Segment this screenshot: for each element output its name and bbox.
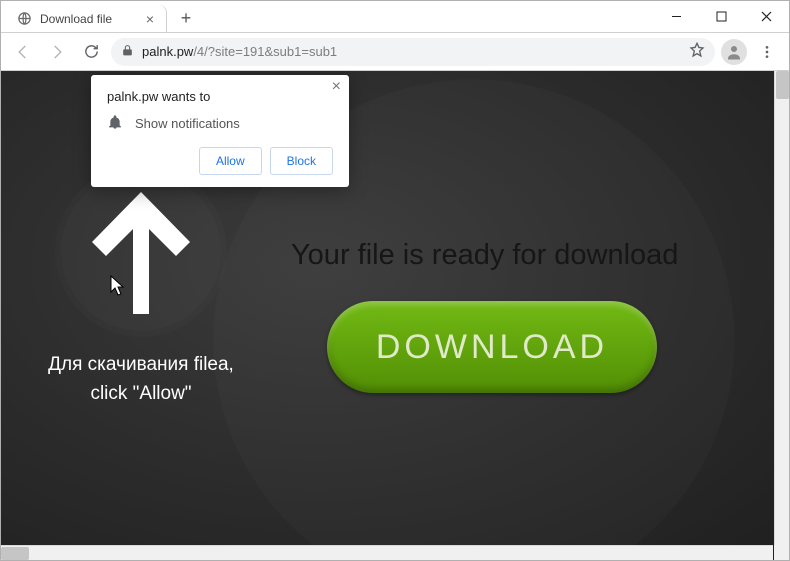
minimize-button[interactable] bbox=[654, 1, 699, 31]
content-area: Для скачивания filea, click "Allow" Your… bbox=[1, 71, 789, 560]
close-prompt-icon[interactable]: × bbox=[332, 81, 341, 93]
page-headline: Your file is ready for download bbox=[291, 239, 678, 272]
horizontal-scrollbar[interactable] bbox=[1, 545, 773, 560]
globe-icon bbox=[17, 11, 32, 26]
tab-download-file[interactable]: Download file × bbox=[7, 5, 167, 32]
hscroll-thumb[interactable] bbox=[1, 547, 29, 560]
url-text: palnk.pw/4/?site=191&sub1=sub1 bbox=[142, 44, 681, 59]
forward-button[interactable] bbox=[43, 38, 71, 66]
arrow-up-badge bbox=[61, 171, 221, 331]
download-button[interactable]: DOWNLOAD bbox=[327, 301, 657, 393]
menu-button[interactable] bbox=[753, 38, 781, 66]
notification-permission-prompt: × palnk.pw wants to Show notifications A… bbox=[91, 75, 349, 187]
toolbar: palnk.pw/4/?site=191&sub1=sub1 bbox=[1, 33, 789, 71]
maximize-button[interactable] bbox=[699, 1, 744, 31]
bookmark-star-icon[interactable] bbox=[689, 42, 705, 61]
url-path: /4/?site=191&sub1=sub1 bbox=[193, 44, 337, 59]
url-host: palnk.pw bbox=[142, 44, 193, 59]
prompt-permission-label: Show notifications bbox=[135, 116, 240, 131]
new-tab-button[interactable]: + bbox=[177, 9, 195, 27]
instruction-line-1: Для скачивания filea, bbox=[48, 354, 234, 375]
prompt-buttons: Allow Block bbox=[107, 147, 333, 175]
instruction-line-2: click "Allow" bbox=[90, 383, 191, 404]
prompt-permission-row: Show notifications bbox=[107, 114, 333, 133]
allow-button-label: Allow bbox=[216, 154, 245, 168]
close-window-button[interactable] bbox=[744, 1, 789, 31]
titlebar: Download file × + bbox=[1, 1, 789, 33]
block-button[interactable]: Block bbox=[270, 147, 333, 175]
allow-button[interactable]: Allow bbox=[199, 147, 262, 175]
bell-icon bbox=[107, 114, 123, 133]
address-bar[interactable]: palnk.pw/4/?site=191&sub1=sub1 bbox=[111, 38, 715, 66]
lock-icon bbox=[121, 44, 134, 60]
close-tab-icon[interactable]: × bbox=[146, 14, 154, 24]
block-button-label: Block bbox=[287, 154, 316, 168]
download-button-label: DOWNLOAD bbox=[376, 328, 608, 367]
profile-avatar[interactable] bbox=[721, 39, 747, 65]
browser-window: Download file × + bbox=[0, 0, 790, 561]
window-controls bbox=[654, 1, 789, 31]
scroll-corner bbox=[774, 545, 789, 560]
back-button[interactable] bbox=[9, 38, 37, 66]
vertical-scrollbar[interactable] bbox=[774, 71, 789, 545]
instruction-text: Для скачивания filea, click "Allow" bbox=[21, 351, 261, 408]
vscroll-thumb[interactable] bbox=[776, 71, 789, 99]
tab-title: Download file bbox=[40, 12, 112, 26]
prompt-origin-text: palnk.pw wants to bbox=[107, 89, 333, 104]
reload-button[interactable] bbox=[77, 38, 105, 66]
page-background: Для скачивания filea, click "Allow" Your… bbox=[1, 71, 789, 560]
arrow-up-icon bbox=[86, 186, 196, 316]
